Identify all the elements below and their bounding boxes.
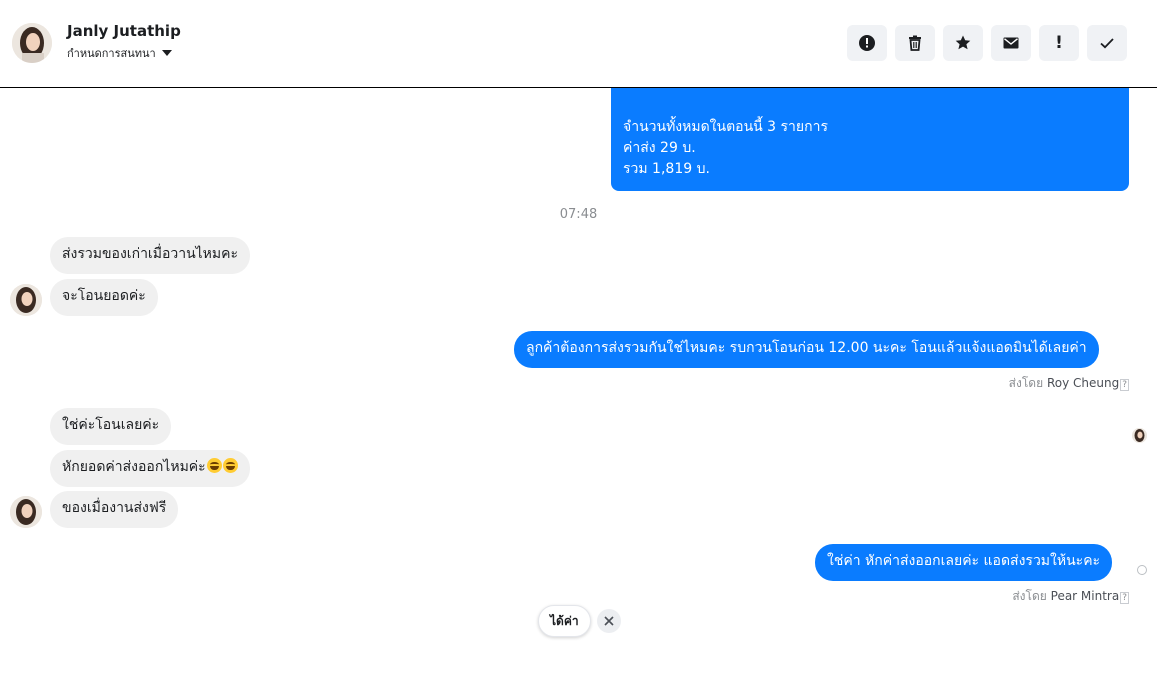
sent-by-label: ส่งโดย Roy Cheung? — [1009, 374, 1129, 393]
message-timestamp: 07:48 — [559, 207, 598, 222]
grinning-emoji-icon — [222, 458, 238, 473]
mail-icon — [1003, 37, 1019, 49]
mark-unread-button[interactable] — [991, 25, 1031, 61]
read-receipt-avatar — [1132, 428, 1147, 443]
outgoing-message: ใช่ค่า หักค่าส่งออกเลยค่ะ แอดส่งรวมให้นะ… — [815, 544, 1113, 581]
help-icon[interactable]: ? — [1120, 592, 1129, 604]
sent-by-prefix: ส่งโดย — [1008, 376, 1044, 390]
mark-spam-button[interactable] — [847, 25, 887, 61]
quick-reply-button[interactable]: ได้ค่า — [538, 605, 591, 637]
sender-name[interactable]: Pear Mintra — [1051, 589, 1120, 603]
contact-avatar-small — [10, 496, 42, 528]
dismiss-quick-reply-button[interactable] — [597, 609, 621, 633]
contact-avatar-small — [10, 284, 42, 316]
sent-status-icon — [1137, 565, 1147, 575]
incoming-message: ส่งรวมของเก่าเมื่อวานไหมคะ — [50, 237, 251, 274]
order-summary-line: จำนวนทั้งหมดในตอนนี้ 3 รายการ — [623, 119, 828, 135]
contact-name[interactable]: Janly Jutathip — [67, 22, 181, 40]
delete-button[interactable] — [895, 25, 935, 61]
outgoing-message: ลูกค้าต้องการส่งรวมกันใช่ไหมคะ รบกวนโอนก… — [514, 331, 1099, 368]
conversation-settings-label: กำหนดการสนทนา — [67, 47, 156, 60]
contact-avatar[interactable] — [12, 23, 52, 63]
grinning-emoji-icon — [206, 458, 222, 473]
conversation-actions: ! — [847, 25, 1127, 61]
help-icon[interactable]: ? — [1120, 379, 1129, 391]
incoming-message: ใช่ค่ะโอนเลยค่ะ — [50, 408, 172, 445]
sender-name[interactable]: Roy Cheung — [1047, 376, 1119, 390]
close-icon — [604, 616, 614, 626]
alert-circle-icon — [859, 35, 875, 51]
conversation-settings-dropdown[interactable]: กำหนดการสนทนา — [67, 44, 172, 62]
incoming-message: จะโอนยอดค่ะ — [50, 279, 158, 316]
incoming-message-text: หักยอดค่าส่งออกไหมค่ะ — [62, 459, 206, 475]
incoming-message: หักยอดค่าส่งออกไหมค่ะ — [50, 450, 250, 487]
exclamation-icon: ! — [1055, 33, 1063, 53]
star-button[interactable] — [943, 25, 983, 61]
order-summary-line: รวม 1,819 บ. — [623, 161, 710, 177]
order-summary-line: ค่าส่ง 29 บ. — [623, 140, 696, 156]
chevron-down-icon — [161, 50, 172, 56]
flag-important-button[interactable]: ! — [1039, 25, 1079, 61]
trash-icon — [909, 35, 921, 51]
star-icon — [955, 35, 971, 50]
outgoing-message-order-summary: จำนวนทั้งหมดในตอนนี้ 3 รายการ ค่าส่ง 29 … — [611, 88, 1129, 191]
conversation-header: Janly Jutathip กำหนดการสนทนา ! — [0, 0, 1157, 88]
incoming-message: ของเมื่องานส่งฟรี — [50, 491, 179, 528]
check-icon — [1100, 38, 1114, 49]
sent-by-prefix: ส่งโดย — [1012, 589, 1047, 603]
mark-done-button[interactable] — [1087, 25, 1127, 61]
sent-by-label: ส่งโดย Pear Mintra? — [1012, 587, 1129, 606]
